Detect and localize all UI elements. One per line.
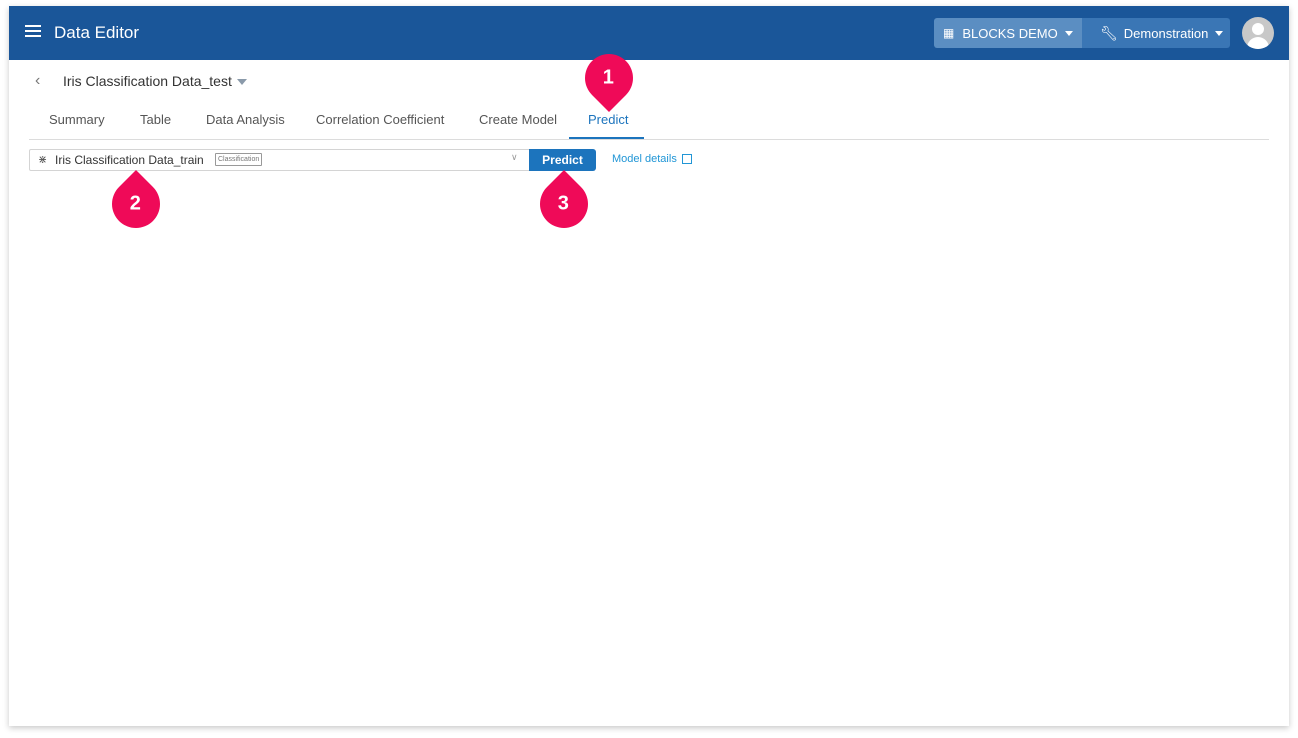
project-dropdown[interactable]: 🔧︎ Demonstration — [1082, 18, 1230, 48]
caret-down-icon — [236, 79, 247, 85]
back-chevron-icon[interactable]: ‹ — [35, 72, 40, 90]
model-details-link[interactable]: Model details — [612, 153, 692, 165]
tab-correlation-coefficient[interactable]: Correlation Coefficient — [316, 112, 444, 127]
project-label: Demonstration — [1123, 25, 1209, 41]
active-tab-indicator — [569, 137, 644, 139]
caret-down-icon — [1064, 30, 1073, 36]
dataset-title-dropdown[interactable]: Iris Classification Data_test — [63, 73, 247, 89]
user-avatar[interactable] — [1242, 17, 1274, 49]
menu-icon[interactable] — [25, 25, 41, 39]
tab-summary[interactable]: Summary — [49, 112, 105, 127]
tab-table[interactable]: Table — [140, 112, 171, 127]
dataset-title: Iris Classification Data_test — [63, 73, 232, 89]
tab-predict[interactable]: Predict — [588, 112, 628, 127]
tab-bar: Summary Table Data Analysis Correlation … — [29, 106, 1269, 140]
chevron-down-icon: ∨ — [511, 152, 518, 162]
model-type-badge: Classification — [215, 153, 263, 166]
model-name: Iris Classification Data_train — [55, 153, 204, 167]
wrench-icon: 🔧︎ — [1100, 24, 1118, 41]
model-select[interactable]: ⋇ Iris Classification Data_train Classif… — [29, 149, 531, 171]
caret-down-icon — [1215, 30, 1224, 36]
app-title: Data Editor — [54, 23, 140, 42]
building-icon: ▦ — [943, 26, 955, 40]
predict-button[interactable]: Predict — [529, 149, 596, 171]
org-label: BLOCKS DEMO — [962, 25, 1058, 41]
model-details-label: Model details — [612, 153, 677, 165]
tab-create-model[interactable]: Create Model — [479, 112, 557, 127]
app-header: Data Editor ▦ BLOCKS DEMO 🔧︎ Demonstrati… — [9, 6, 1289, 60]
org-project-switcher: ▦ BLOCKS DEMO 🔧︎ Demonstration — [934, 18, 1230, 48]
tab-data-analysis[interactable]: Data Analysis — [206, 112, 285, 127]
model-icon: ⋇ — [38, 154, 48, 166]
org-dropdown[interactable]: ▦ BLOCKS DEMO — [934, 18, 1090, 48]
app-window: Data Editor ▦ BLOCKS DEMO 🔧︎ Demonstrati… — [9, 6, 1289, 726]
external-link-icon — [681, 154, 692, 164]
